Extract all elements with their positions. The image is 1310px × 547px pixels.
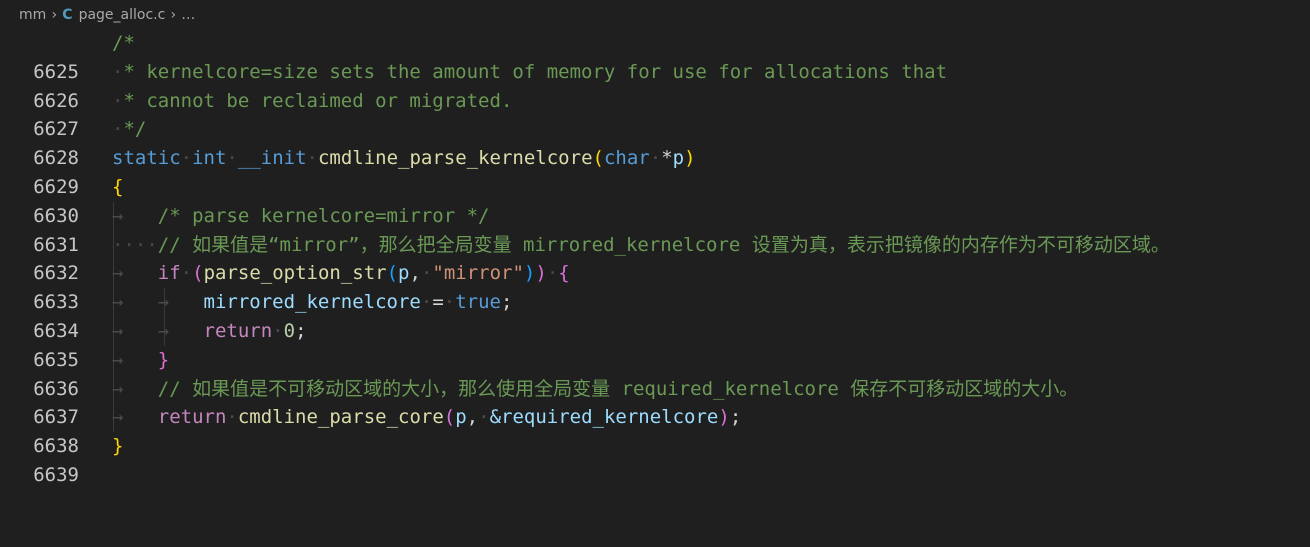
comment: * kernelcore=size sets the amount of mem… (123, 60, 948, 83)
punctuation: ; (729, 406, 742, 429)
bracket: { (112, 175, 124, 198)
function-name: cmdline_parse_kernelcore (317, 147, 593, 170)
line-number: 6639 (33, 463, 79, 486)
code-line[interactable]: 6631 → /* parse kernelcore=mirror */ (0, 201, 1310, 256)
code-line[interactable]: 6637 → // 如果值是不可移动区域的大小，那么使用全局变量 require… (0, 374, 1310, 428)
variable: p (398, 262, 410, 285)
comment: // 如果值是不可移动区域的大小，那么使用全局变量 required_kerne… (157, 377, 1079, 400)
breadcrumb-file[interactable]: page_alloc.c (79, 7, 166, 23)
function-name: parse_option_str (203, 262, 387, 285)
code-line[interactable]: 6630 { (0, 173, 1310, 227)
bracket: ) (684, 147, 696, 170)
code-line[interactable]: 6639 } (0, 432, 1310, 486)
tab-arrow-icon: → → (112, 319, 204, 342)
number: 0 (283, 319, 296, 342)
bracket: } (112, 435, 124, 458)
bracket: ) (718, 406, 730, 429)
tab-arrow-icon: → (112, 204, 158, 227)
comment: /* parse kernelcore=mirror */ (157, 204, 490, 227)
punctuation: ; (295, 319, 307, 342)
tab-arrow-icon: → (112, 406, 158, 429)
chevron-right-icon: › (51, 6, 58, 23)
code-line[interactable]: 6634 → → mirrored_kernelcore·=·true; (0, 288, 1310, 342)
comment: */ (123, 118, 147, 141)
keyword: return (157, 406, 227, 429)
code-line[interactable]: 6629 static·int·__init·cmdline_parse_ker… (0, 144, 1310, 198)
keyword: return (203, 319, 273, 342)
punctuation: ; (500, 291, 513, 314)
code-line[interactable]: 6626 ·* kernelcore=size sets the amount … (0, 58, 1310, 112)
tab-arrow-icon: → (112, 348, 158, 371)
bracket: ( (443, 406, 456, 429)
code-line[interactable]: 6636 → } (0, 345, 1310, 400)
code-line[interactable]: 6638 → return·cmdline_parse_core(p,·&req… (0, 403, 1310, 457)
code-line[interactable]: 6635 → → return·0; (0, 316, 1310, 371)
variable: p (672, 147, 685, 170)
keyword: true (455, 291, 501, 314)
comment: /* (112, 32, 135, 54)
variable: mirrored_kernelcore (203, 291, 421, 314)
operator: = (432, 291, 444, 314)
bracket: ) (523, 262, 536, 285)
breadcrumb-more[interactable]: … (181, 7, 195, 23)
bracket: ( (592, 147, 604, 170)
code-line[interactable]: 6625 /* (0, 29, 1310, 83)
code-line[interactable]: 6627 ·* cannot be reclaimed or migrated. (0, 87, 1310, 141)
bracket: { (558, 262, 570, 285)
operator: * (661, 147, 673, 170)
variable: &required_kernelcore (489, 406, 719, 429)
punctuation: , (409, 262, 421, 285)
bracket: ) (535, 262, 547, 285)
comment: * cannot be reclaimed or migrated. (123, 89, 513, 112)
keyword: char (603, 147, 650, 170)
keyword: int (192, 147, 227, 170)
bracket: ( (386, 262, 399, 285)
tab-arrow-icon: → → (112, 291, 204, 314)
tab-arrow-icon: → (112, 262, 158, 285)
punctuation: , (466, 406, 479, 429)
code-line[interactable]: 6633 → if·(parse_option_str(p,·"mirror")… (0, 259, 1310, 313)
bracket: } (157, 348, 170, 371)
chevron-right-icon: › (170, 6, 177, 23)
bracket: ( (192, 262, 204, 285)
code-line[interactable]: 6628 ·*/ (0, 115, 1310, 169)
code-line[interactable]: 6632 ····// 如果值是“mirror”，那么把全局变量 mirrore… (0, 230, 1310, 284)
string: "mirror" (432, 262, 524, 285)
keyword: static (112, 147, 181, 170)
tab-arrow-icon: → (112, 377, 158, 400)
code-editor[interactable]: 6625 /* 6626 ·* kernelcore=size sets the… (0, 29, 1310, 486)
keyword: if (157, 262, 181, 285)
breadcrumb-folder[interactable]: mm (19, 7, 46, 23)
comment: // 如果值是“mirror”，那么把全局变量 mirrored_kernelc… (157, 233, 1170, 256)
keyword: __init (237, 147, 307, 170)
variable: p (455, 406, 467, 429)
function-name: cmdline_parse_core (237, 406, 444, 429)
breadcrumb: mm › C page_alloc.c › … (0, 0, 1310, 29)
c-file-icon: C (62, 6, 73, 23)
